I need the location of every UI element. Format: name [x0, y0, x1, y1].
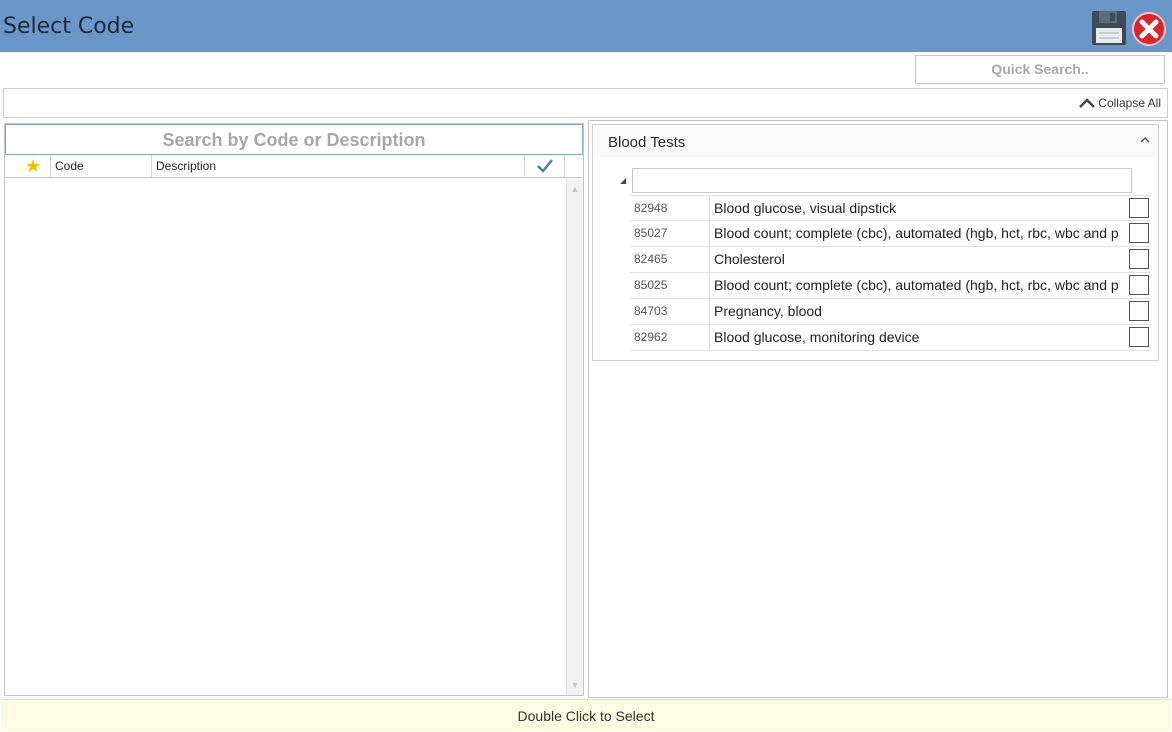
table-row[interactable]: 82962 Blood glucose, monitoring device [630, 325, 1151, 351]
row-checkbox[interactable] [1129, 327, 1149, 347]
code-search-input[interactable]: Search by Code or Description [5, 124, 583, 155]
table-row[interactable]: 82465 Cholesterol [630, 247, 1151, 273]
row-code: 85027 [630, 221, 710, 246]
group-blood-tests: Blood Tests ◢ 82948 Blood glucose, visual… [592, 124, 1159, 361]
close-button[interactable] [1131, 11, 1167, 47]
row-checkbox[interactable] [1129, 249, 1149, 269]
group-filter-input[interactable] [632, 168, 1132, 193]
row-checkbox[interactable] [1129, 275, 1149, 295]
chevron-up-icon[interactable] [1138, 133, 1152, 147]
row-checkbox[interactable] [1129, 301, 1149, 321]
floppy-disk-icon [1092, 11, 1126, 45]
code-grid-body[interactable]: ▲ ▼ [5, 179, 583, 695]
table-row[interactable]: 82948 Blood glucose, visual dipstick [630, 195, 1151, 221]
grid-header: ★ Code Description [5, 155, 583, 178]
row-description: Blood glucose, visual dipstick [714, 200, 897, 216]
header-filler [565, 155, 583, 177]
window-title: Select Code [3, 14, 135, 39]
row-code: 84703 [630, 299, 710, 324]
select-column-header[interactable] [525, 155, 565, 177]
row-description: Blood count; complete (cbc), automated (… [714, 277, 1119, 293]
row-code: 85025 [630, 273, 710, 298]
footer-hint: Double Click to Select [1, 699, 1171, 731]
collapse-all-button[interactable]: Collapse All [1078, 96, 1161, 110]
vertical-scrollbar[interactable]: ▲ ▼ [566, 179, 583, 695]
table-row[interactable]: 84703 Pregnancy, blood [630, 299, 1151, 325]
red-x-close-icon [1132, 12, 1166, 46]
title-bar: Select Code [0, 0, 1172, 52]
quick-search-input[interactable]: Quick Search.. [915, 55, 1165, 84]
code-search-panel: Search by Code or Description ★ Code Des… [4, 123, 584, 696]
scroll-down-icon[interactable]: ▼ [567, 677, 583, 693]
table-row[interactable]: 85025 Blood count; complete (cbc), automa… [630, 273, 1151, 299]
description-column-header[interactable]: Description [152, 155, 525, 177]
row-description: Cholesterol [714, 251, 785, 267]
group-header[interactable]: Blood Tests [593, 125, 1158, 157]
scroll-up-icon[interactable]: ▲ [567, 181, 583, 197]
row-code: 82962 [630, 325, 710, 350]
table-row[interactable]: 85027 Blood count; complete (cbc), automa… [630, 221, 1151, 247]
row-description: Pregnancy, blood [714, 303, 822, 319]
collapse-all-label: Collapse All [1098, 96, 1161, 110]
filter-expand-icon[interactable]: ◢ [620, 176, 626, 185]
collapse-bar: Collapse All [3, 88, 1168, 118]
save-button[interactable] [1091, 10, 1127, 46]
row-checkbox[interactable] [1129, 198, 1149, 218]
row-code: 82465 [630, 247, 710, 272]
favorite-column-header[interactable]: ★ [5, 155, 51, 177]
code-table: 82948 Blood glucose, visual dipstick 85027… [630, 195, 1151, 351]
row-description: Blood count; complete (cbc), automated (… [714, 225, 1119, 241]
row-description: Blood glucose, monitoring device [714, 329, 920, 345]
checkmark-icon [536, 159, 553, 173]
star-icon: ★ [25, 156, 42, 176]
favorites-panel: Blood Tests ◢ 82948 Blood glucose, visual… [588, 120, 1168, 698]
code-column-header[interactable]: Code [51, 155, 152, 177]
chevron-up-icon [1079, 98, 1096, 108]
group-title: Blood Tests [608, 134, 686, 151]
row-checkbox[interactable] [1129, 223, 1149, 243]
row-code: 82948 [630, 196, 710, 221]
